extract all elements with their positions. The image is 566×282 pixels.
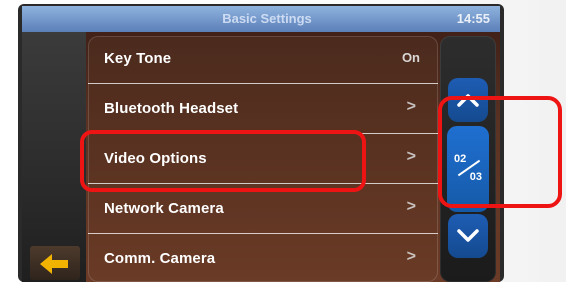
chevron-down-icon xyxy=(456,228,480,244)
scroll-down-button[interactable] xyxy=(448,214,488,258)
menu-item-label: Key Tone xyxy=(104,50,172,67)
menu-item-comm-camera[interactable]: Comm. Camera > xyxy=(88,236,438,282)
chevron-right-icon: > xyxy=(406,198,416,215)
back-arrow-icon xyxy=(38,252,72,274)
screenshot-photo: Basic Settings 14:55 Key Tone On Bluetoo… xyxy=(0,0,566,282)
left-panel xyxy=(22,32,86,282)
menu-item-key-tone[interactable]: Key Tone On xyxy=(88,36,438,84)
chevron-right-icon: > xyxy=(406,148,416,165)
menu-item-label: Comm. Camera xyxy=(104,250,216,267)
annotation-box-page-indicator xyxy=(438,96,562,208)
menu-item-bluetooth-headset[interactable]: Bluetooth Headset > xyxy=(88,86,438,134)
menu-item-network-camera[interactable]: Network Camera > xyxy=(88,186,438,234)
page-title: Basic Settings xyxy=(222,11,312,26)
menu-item-label: Network Camera xyxy=(104,200,224,217)
back-button[interactable] xyxy=(30,246,80,280)
title-bar: Basic Settings 14:55 xyxy=(22,6,500,32)
menu-item-value: On xyxy=(401,50,420,65)
clock: 14:55 xyxy=(456,11,490,26)
annotation-box-video-options xyxy=(80,130,366,192)
chevron-right-icon: > xyxy=(406,248,416,265)
chevron-right-icon: > xyxy=(406,98,416,115)
menu-item-label: Bluetooth Headset xyxy=(104,100,239,117)
